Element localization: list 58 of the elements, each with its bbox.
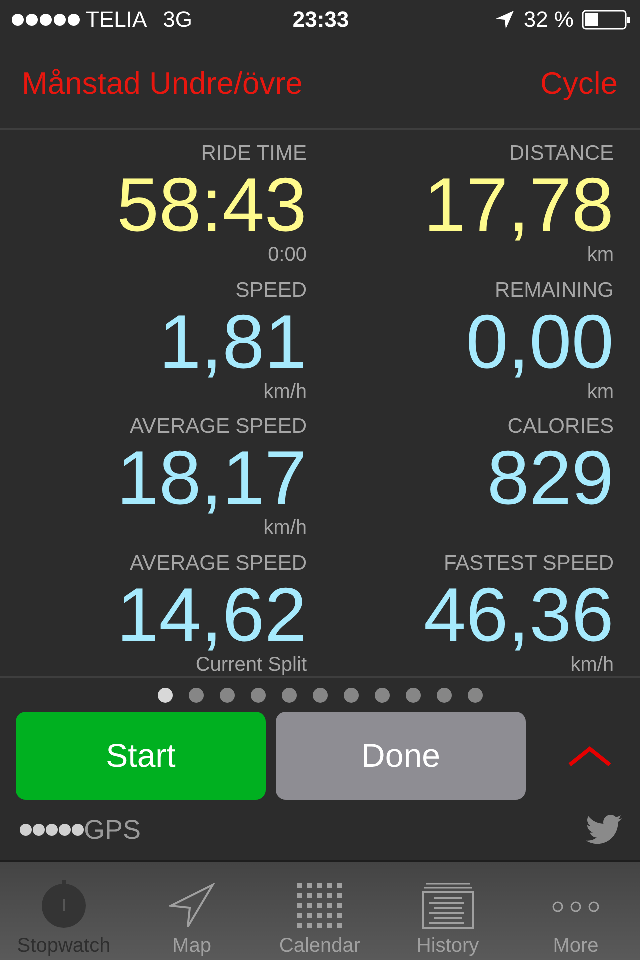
- battery-percent: 32 %: [524, 7, 574, 33]
- route-title[interactable]: Månstad Undre/övre: [22, 66, 303, 102]
- stat-unit: km/h: [264, 517, 307, 539]
- page-dot[interactable]: [158, 688, 172, 703]
- page-dot[interactable]: [436, 688, 452, 703]
- stat-value: 829: [487, 441, 614, 517]
- page-dot[interactable]: [188, 688, 204, 703]
- tab-bar-item[interactable]: Calendar: [256, 862, 384, 960]
- status-time: 23:33: [292, 7, 350, 33]
- stat-value: 14,62: [116, 578, 307, 654]
- stat-label: AVERAGE SPEED: [130, 415, 307, 439]
- stat-value: 0,00: [466, 304, 614, 380]
- gps-label: GPS: [84, 814, 142, 846]
- stat-label: SPEED: [236, 278, 307, 302]
- page-dot[interactable]: [220, 688, 234, 703]
- stat-label: DISTANCE: [509, 142, 614, 166]
- stat-unit: km: [587, 244, 614, 266]
- stat-value: 18,17: [116, 441, 307, 517]
- document-stack-icon: [422, 883, 474, 929]
- stat-label: CALORIES: [508, 415, 614, 439]
- stat-value: 1,81: [159, 304, 307, 380]
- done-button[interactable]: Done: [276, 712, 526, 800]
- page-dot[interactable]: [250, 688, 266, 703]
- stat-value: 58:43: [116, 168, 307, 244]
- start-button[interactable]: Start: [16, 712, 266, 800]
- stopwatch-icon: [41, 879, 87, 929]
- signal-strength-icon: [12, 14, 80, 26]
- carrier-name: TELIA: [86, 7, 148, 33]
- battery-icon: [582, 10, 630, 30]
- page-dot[interactable]: [374, 688, 390, 703]
- page-dot[interactable]: [344, 688, 358, 703]
- stat-unit: km/h: [264, 380, 307, 402]
- tab-bar-item[interactable]: History: [384, 862, 512, 960]
- stat-unit: km: [587, 380, 614, 402]
- stat-unit: Current Split: [196, 654, 307, 676]
- stat-label: AVERAGE SPEED: [130, 552, 307, 576]
- stat-value: 17,78: [424, 168, 614, 244]
- stat-label: FASTEST SPEED: [444, 552, 614, 576]
- stat-unit: km/h: [570, 654, 614, 676]
- page-dot[interactable]: [468, 688, 482, 703]
- navigation-arrow-icon: [169, 883, 215, 929]
- page-dot[interactable]: [282, 688, 296, 703]
- stat-label: REMAINING: [494, 278, 614, 302]
- more-icon: [552, 901, 600, 913]
- location-arrow-icon: [496, 11, 514, 29]
- activity-type-button[interactable]: Cycle: [540, 66, 618, 102]
- tab-bar-item[interactable]: Map: [128, 862, 256, 960]
- page-dot[interactable]: [406, 688, 420, 703]
- stat-value: 46,36: [424, 578, 614, 654]
- bird-icon[interactable]: [586, 815, 622, 845]
- chevron-up-icon[interactable]: [568, 745, 612, 767]
- tab-bar-item[interactable]: More: [512, 862, 640, 960]
- gps-signal-icon: [20, 824, 84, 836]
- stat-unit: 0:00: [268, 244, 307, 266]
- network-type: 3G: [163, 7, 192, 33]
- calendar-grid-icon: [297, 883, 343, 929]
- page-dot[interactable]: [312, 688, 328, 703]
- stat-label: RIDE TIME: [201, 142, 307, 166]
